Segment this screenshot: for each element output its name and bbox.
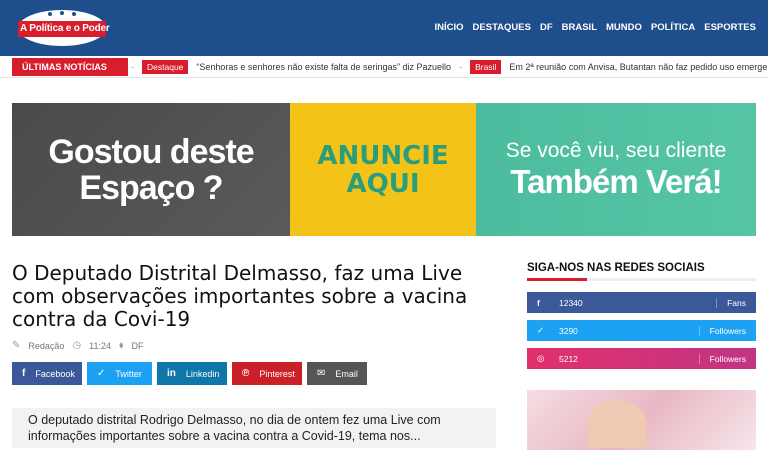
sidebar-title: SIGA-NOS NAS REDES SOCIAIS <box>527 262 705 274</box>
ticker-label: ÚLTIMAS NOTÍCIAS <box>12 58 128 76</box>
social-facebook[interactable]: f 12340 Fans <box>527 292 756 313</box>
tag-icon: ⬧ <box>119 340 124 351</box>
social-instagram[interactable]: ◎ 5212 Followers <box>527 348 756 369</box>
ad-left-line2: Espaço ? <box>79 168 223 207</box>
ad-right-line2: Também Verá! <box>510 162 722 200</box>
share-label: Pinterest <box>259 368 295 379</box>
article-category[interactable]: DF <box>132 341 144 351</box>
social-twitter[interactable]: ✓ 3290 Followers <box>527 320 756 341</box>
sidebar-title-underline <box>527 278 756 281</box>
facebook-icon: f <box>537 297 540 308</box>
article-author[interactable]: Redação <box>28 341 64 351</box>
pinterest-icon: ℗ <box>242 368 250 379</box>
linkedin-icon: in <box>167 368 176 379</box>
site-header: A Política e o Poder INÍCIO DESTAQUES DF… <box>0 0 768 56</box>
ticker-tag[interactable]: Brasil <box>470 60 502 74</box>
nav-inicio[interactable]: INÍCIO <box>435 22 464 33</box>
edit-icon: ✎ <box>12 340 21 351</box>
social-count: 12340 <box>559 297 583 308</box>
logo-text: A Política e o Poder <box>20 23 110 34</box>
ticker-item-text[interactable]: Em 2ª reunião com Anvisa, Butantan não f… <box>509 62 768 72</box>
share-facebook-button[interactable]: f Facebook <box>12 362 82 385</box>
sidebar-ad-image[interactable] <box>527 390 756 450</box>
article-meta: ✎ Redação ◷ 11:24 ⬧ DF <box>12 340 492 351</box>
sidebar: SIGA-NOS NAS REDES SOCIAIS f 12340 Fans … <box>527 262 756 369</box>
share-bar: f Facebook ✓ Twitter in Linkedin ℗ Pinte… <box>12 362 367 385</box>
nav-esportes[interactable]: ESPORTES <box>704 22 756 33</box>
social-count: 3290 <box>559 325 578 336</box>
article: O Deputado Distrital Delmasso, faz uma L… <box>12 261 492 352</box>
ad-banner[interactable]: Gostou deste Espaço ? ANUNCIE AQUI Se vo… <box>12 103 756 236</box>
nav-df[interactable]: DF <box>540 22 553 33</box>
twitter-icon: ✓ <box>537 325 545 335</box>
nav-politica[interactable]: POLÍTICA <box>651 22 695 33</box>
ticker-tag[interactable]: Destaque <box>142 60 189 74</box>
ticker-item-text[interactable]: “Senhoras e senhores não existe falta de… <box>196 62 451 72</box>
share-label: Email <box>335 368 358 379</box>
nav-destaques[interactable]: DESTAQUES <box>473 22 531 33</box>
twitter-icon: ✓ <box>97 368 106 379</box>
news-ticker: 9 - Destaque “Senhoras e senhores não ex… <box>0 56 768 78</box>
main-nav: INÍCIO DESTAQUES DF BRASIL MUNDO POLÍTIC… <box>435 22 756 33</box>
instagram-icon: ◎ <box>537 353 545 363</box>
share-label: Twitter <box>115 368 142 379</box>
ad-middle-line2: AQUI <box>346 168 420 199</box>
share-label: Linkedin <box>185 368 220 379</box>
facebook-icon: f <box>22 368 26 379</box>
share-pinterest-button[interactable]: ℗ Pinterest <box>232 362 302 385</box>
social-label: Followers <box>698 353 746 364</box>
ticker-separator: - <box>459 62 463 72</box>
ad-right-line1: Se você viu, seu cliente <box>505 138 727 162</box>
nav-brasil[interactable]: BRASIL <box>562 22 597 33</box>
article-time: 11:24 <box>89 340 112 351</box>
email-icon: ✉ <box>317 368 326 379</box>
ad-right-panel: Se você viu, seu cliente Também Verá! <box>476 103 756 236</box>
nav-mundo[interactable]: MUNDO <box>606 22 642 33</box>
social-count: 5212 <box>559 353 578 364</box>
share-twitter-button[interactable]: ✓ Twitter <box>87 362 152 385</box>
social-label: Followers <box>698 325 746 336</box>
article-title: O Deputado Distrital Delmasso, faz uma L… <box>12 261 468 331</box>
social-label: Fans <box>716 297 746 308</box>
share-label: Facebook <box>35 368 75 379</box>
article-excerpt: O deputado distrital Rodrigo Delmasso, n… <box>12 408 496 448</box>
clock-icon: ◷ <box>72 340 82 351</box>
ad-middle-line1: ANUNCIE <box>317 140 449 171</box>
ad-left-line1: Gostou deste <box>48 132 254 171</box>
ad-middle-panel: ANUNCIE AQUI <box>290 103 476 236</box>
share-linkedin-button[interactable]: in Linkedin <box>157 362 227 385</box>
site-logo[interactable]: A Política e o Poder <box>14 8 110 48</box>
ticker-track: 9 - Destaque “Senhoras e senhores não ex… <box>118 56 768 77</box>
ad-left-panel: Gostou deste Espaço ? <box>12 103 290 236</box>
share-email-button[interactable]: ✉ Email <box>307 362 367 385</box>
ticker-separator: - <box>131 62 135 72</box>
